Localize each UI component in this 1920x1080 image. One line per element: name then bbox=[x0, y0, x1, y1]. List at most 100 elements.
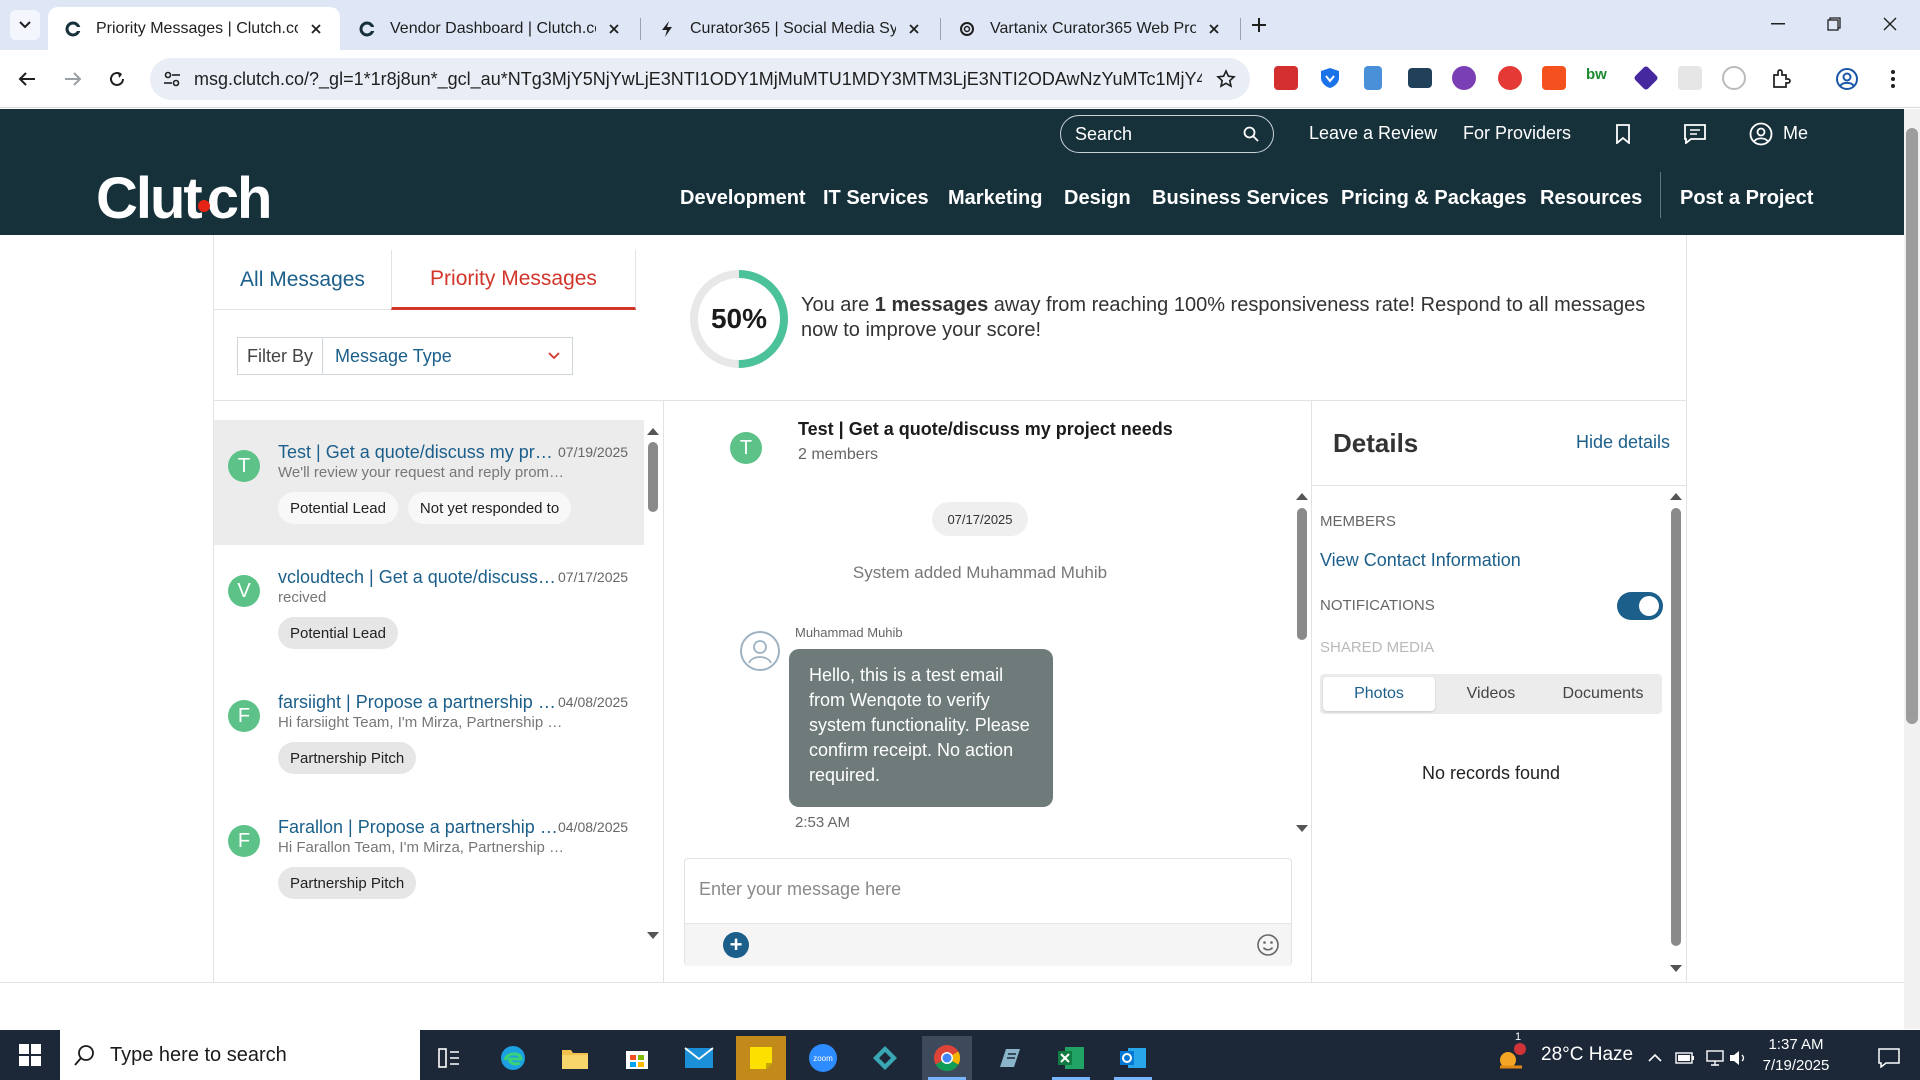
leave-review-link[interactable]: Leave a Review bbox=[1309, 123, 1437, 144]
vpn-app-icon[interactable] bbox=[860, 1036, 910, 1080]
omnibox[interactable]: msg.clutch.co/?_gl=1*1r8j8un*_gcl_au*NTg… bbox=[150, 58, 1250, 100]
divider bbox=[663, 401, 664, 982]
chrome-icon[interactable] bbox=[922, 1036, 972, 1080]
tab-photos[interactable]: Photos bbox=[1323, 677, 1435, 711]
system-clock[interactable]: 1:37 AM 7/19/2025 bbox=[1746, 1034, 1846, 1076]
chevron-up-icon[interactable] bbox=[1640, 1036, 1670, 1080]
percent-extension-icon[interactable] bbox=[1542, 66, 1566, 90]
chat-scroll-up-arrow[interactable] bbox=[1296, 493, 1308, 500]
edge-icon[interactable] bbox=[488, 1036, 538, 1080]
compass-extension-icon[interactable] bbox=[1722, 66, 1746, 90]
close-tab-icon[interactable] bbox=[904, 19, 924, 39]
tab-videos[interactable]: Videos bbox=[1435, 677, 1547, 711]
post-project-link[interactable]: Post a Project bbox=[1680, 187, 1813, 210]
browser-tab-priority-messages[interactable]: Priority Messages | Clutch.co bbox=[48, 7, 340, 50]
weather-text[interactable]: 28°C Haze bbox=[1541, 1044, 1633, 1066]
start-button[interactable] bbox=[0, 1030, 60, 1080]
notification-center-icon[interactable] bbox=[1864, 1036, 1914, 1080]
video-extension-icon[interactable] bbox=[1408, 68, 1432, 88]
search-icon bbox=[74, 1045, 94, 1066]
close-window-button[interactable] bbox=[1862, 0, 1918, 48]
notepad-icon[interactable] bbox=[984, 1036, 1034, 1080]
nav-it-services[interactable]: IT Services bbox=[823, 187, 929, 210]
list-scrollbar-thumb[interactable] bbox=[648, 442, 658, 512]
browser-tab-curator365[interactable]: Curator365 | Social Media Synd bbox=[642, 7, 938, 50]
chat-scroll-down-arrow[interactable] bbox=[1296, 825, 1308, 832]
tab-priority-messages[interactable]: Priority Messages bbox=[391, 250, 636, 310]
shield-extension-icon[interactable] bbox=[1318, 66, 1342, 90]
grey-extension-icon[interactable] bbox=[1678, 66, 1702, 90]
taskbar-search-box[interactable]: Type here to search bbox=[60, 1030, 420, 1080]
tab-search-button[interactable] bbox=[10, 10, 40, 40]
tab-documents[interactable]: Documents bbox=[1547, 677, 1659, 711]
nav-design[interactable]: Design bbox=[1064, 187, 1131, 210]
conversation-item[interactable]: F Farallon | Propose a partnership oppor… bbox=[214, 795, 644, 920]
restore-button[interactable] bbox=[1806, 0, 1862, 48]
browser-tab-vartanix[interactable]: Vartanix Curator365 Web Projec bbox=[942, 7, 1238, 50]
hide-details-link[interactable]: Hide details bbox=[1576, 432, 1670, 453]
reload-button[interactable] bbox=[102, 64, 132, 94]
list-scroll-down-arrow[interactable] bbox=[647, 932, 659, 939]
back-button[interactable] bbox=[12, 64, 42, 94]
nav-marketing[interactable]: Marketing bbox=[948, 187, 1042, 210]
clutch-logo[interactable]: Clut ch bbox=[96, 165, 272, 232]
page-scrollbar-thumb[interactable] bbox=[1906, 128, 1918, 724]
messages-icon[interactable] bbox=[1682, 121, 1708, 147]
diamond-extension-icon[interactable] bbox=[1633, 65, 1659, 91]
message-type-select[interactable]: Message Type bbox=[323, 338, 572, 374]
bw-extension-icon[interactable]: bw bbox=[1586, 66, 1610, 90]
nav-business-services[interactable]: Business Services bbox=[1152, 187, 1329, 210]
for-providers-link[interactable]: For Providers bbox=[1463, 123, 1571, 144]
me-link[interactable]: Me bbox=[1783, 123, 1808, 144]
minimize-button[interactable] bbox=[1750, 0, 1806, 48]
site-search-input[interactable]: Search bbox=[1060, 115, 1274, 153]
excel-icon[interactable] bbox=[1046, 1036, 1096, 1080]
emoji-icon[interactable] bbox=[1255, 932, 1281, 958]
browser-menu-icon[interactable] bbox=[1878, 64, 1908, 94]
chat-scrollbar-thumb[interactable] bbox=[1297, 508, 1307, 640]
new-tab-button[interactable] bbox=[1244, 10, 1274, 40]
close-tab-icon[interactable] bbox=[604, 19, 624, 39]
nav-pricing-packages[interactable]: Pricing & Packages bbox=[1341, 187, 1527, 210]
store-icon[interactable] bbox=[612, 1036, 662, 1080]
message-input[interactable]: Enter your message here bbox=[699, 879, 901, 900]
sticky-notes-icon[interactable] bbox=[736, 1036, 786, 1080]
pdf-extension-icon[interactable] bbox=[1274, 66, 1298, 90]
outlook-icon[interactable] bbox=[1108, 1036, 1158, 1080]
tab-all-messages[interactable]: All Messages bbox=[214, 250, 391, 310]
bookmark-star-icon[interactable] bbox=[1202, 69, 1250, 89]
nav-resources[interactable]: Resources bbox=[1540, 187, 1642, 210]
conversation-item[interactable]: T Test | Get a quote/discuss my project … bbox=[214, 420, 644, 545]
nav-development[interactable]: Development bbox=[680, 187, 806, 210]
conversation-item[interactable]: F farsiight | Propose a partnership oppo… bbox=[214, 670, 644, 795]
conversation-subject: Test | Get a quote/discuss my project ne… bbox=[278, 442, 558, 462]
notifications-toggle[interactable] bbox=[1617, 592, 1663, 620]
add-attachment-button[interactable]: + bbox=[723, 932, 749, 958]
task-view-icon[interactable] bbox=[424, 1036, 474, 1080]
url-text: msg.clutch.co/?_gl=1*1r8j8un*_gcl_au*NTg… bbox=[194, 68, 1202, 89]
site-info-icon[interactable] bbox=[150, 71, 194, 87]
pokeball-extension-icon[interactable] bbox=[1498, 66, 1522, 90]
close-tab-icon[interactable] bbox=[306, 19, 326, 39]
color-extension-icon[interactable] bbox=[1452, 66, 1476, 90]
file-explorer-icon[interactable] bbox=[550, 1036, 600, 1080]
view-contact-link[interactable]: View Contact Information bbox=[1320, 550, 1521, 571]
list-scroll-up-arrow[interactable] bbox=[647, 428, 659, 435]
docs-extension-icon[interactable] bbox=[1364, 66, 1382, 90]
mail-icon[interactable] bbox=[674, 1036, 724, 1080]
bookmark-icon[interactable] bbox=[1610, 121, 1636, 147]
details-scroll-down-arrow[interactable] bbox=[1670, 965, 1682, 972]
weather-icon[interactable] bbox=[1486, 1036, 1536, 1080]
conversation-item[interactable]: V vcloudtech | Get a quote/discuss my pr… bbox=[214, 545, 644, 670]
user-account-icon[interactable] bbox=[1748, 121, 1774, 147]
close-tab-icon[interactable] bbox=[1204, 19, 1224, 39]
zoom-icon[interactable]: zoom bbox=[798, 1036, 848, 1080]
extensions-puzzle-icon[interactable] bbox=[1766, 64, 1796, 94]
battery-icon[interactable] bbox=[1670, 1036, 1700, 1080]
details-scrollbar-thumb[interactable] bbox=[1671, 508, 1681, 946]
forward-button[interactable] bbox=[58, 64, 88, 94]
windows-taskbar: Type here to search zoom 1 28°C Haze 1:3… bbox=[0, 1030, 1920, 1080]
browser-tab-vendor-dashboard[interactable]: Vendor Dashboard | Clutch.co bbox=[342, 7, 638, 50]
details-scroll-up-arrow[interactable] bbox=[1670, 493, 1682, 500]
profile-icon[interactable] bbox=[1832, 64, 1862, 94]
